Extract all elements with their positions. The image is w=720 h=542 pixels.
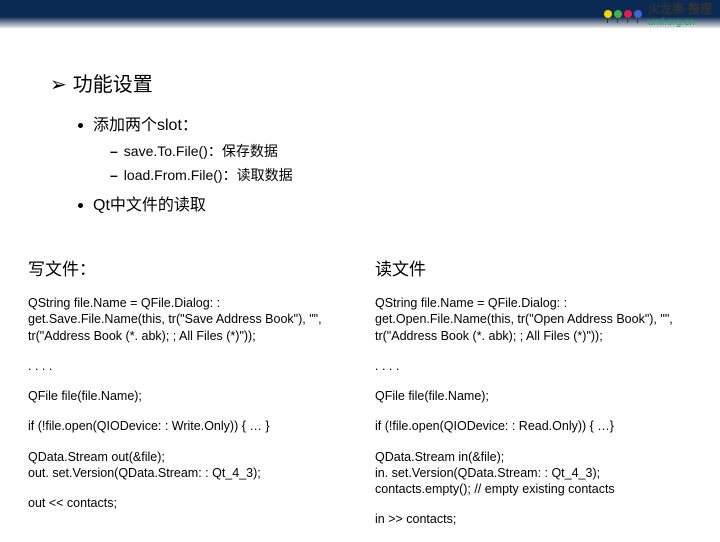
logo-url: uml.org.cn bbox=[648, 17, 712, 28]
balloons-icon bbox=[604, 10, 642, 18]
right-code-2: QFile file(file.Name); bbox=[375, 388, 692, 404]
top-bar: 火龙果·整理 uml.org.cn bbox=[0, 0, 720, 28]
heading-text: 功能设置 bbox=[73, 74, 153, 96]
right-code-4b: in. set.Version(QData.Stream: : Qt_4_3); bbox=[375, 465, 692, 481]
right-code-4: QData.Stream in(&file); in. set.Version(… bbox=[375, 449, 692, 498]
bullet-dot-icon bbox=[78, 203, 83, 208]
left-code-1: QString file.Name = QFile.Dialog: : get.… bbox=[28, 295, 345, 344]
chevron-icon: ➢ bbox=[50, 74, 67, 96]
bullet-1-text: 添加两个slot： bbox=[93, 117, 198, 134]
right-code-1: QString file.Name = QFile.Dialog: : get.… bbox=[375, 295, 692, 344]
bullet-1: 添加两个slot： bbox=[78, 111, 680, 135]
logo-text: 火龙果·整理 bbox=[648, 0, 712, 17]
left-title: 写文件： bbox=[28, 259, 345, 281]
left-column: 写文件： QString file.Name = QFile.Dialog: :… bbox=[28, 259, 345, 542]
right-code-5: in >> contacts; bbox=[375, 511, 692, 527]
sub-bullet-2: –load.From.File()：读取数据 bbox=[110, 165, 680, 185]
left-code-4a: QData.Stream out(&file); bbox=[28, 449, 345, 465]
dash-icon: – bbox=[110, 143, 118, 159]
bullet-dot-icon bbox=[78, 123, 83, 128]
left-code-2: QFile file(file.Name); bbox=[28, 388, 345, 404]
left-code-3: if (!file.open(QIODevice: : Write.Only))… bbox=[28, 418, 345, 434]
sub-bullet-1: –save.To.File()：保存数据 bbox=[110, 141, 680, 161]
logo-block: 火龙果·整理 uml.org.cn bbox=[648, 0, 712, 28]
left-code-4: QData.Stream out(&file); out. set.Versio… bbox=[28, 449, 345, 482]
sub-bullet-2-text: load.From.File()：读取数据 bbox=[124, 167, 293, 183]
right-code-3: if (!file.open(QIODevice: : Read.Only)) … bbox=[375, 418, 692, 434]
right-code-4a: QData.Stream in(&file); bbox=[375, 449, 692, 465]
left-ellipsis: . . . . bbox=[28, 358, 345, 374]
right-title: 读文件 bbox=[375, 259, 692, 281]
bullet-2: Qt中文件的读取 bbox=[78, 191, 680, 215]
heading: ➢ 功能设置 bbox=[50, 68, 680, 97]
slide-content: ➢ 功能设置 添加两个slot： –save.To.File()：保存数据 –lo… bbox=[0, 28, 720, 241]
right-ellipsis: . . . . bbox=[375, 358, 692, 374]
dash-icon: – bbox=[110, 167, 118, 183]
left-code-5: out << contacts; bbox=[28, 495, 345, 511]
right-code-4c: contacts.empty(); // empty existing cont… bbox=[375, 481, 692, 497]
code-columns: 写文件： QString file.Name = QFile.Dialog: :… bbox=[0, 259, 720, 542]
bullet-2-text: Qt中文件的读取 bbox=[93, 197, 206, 214]
left-code-4b: out. set.Version(QData.Stream: : Qt_4_3)… bbox=[28, 465, 345, 481]
right-column: 读文件 QString file.Name = QFile.Dialog: : … bbox=[375, 259, 692, 542]
sub-bullet-1-text: save.To.File()：保存数据 bbox=[124, 143, 278, 159]
